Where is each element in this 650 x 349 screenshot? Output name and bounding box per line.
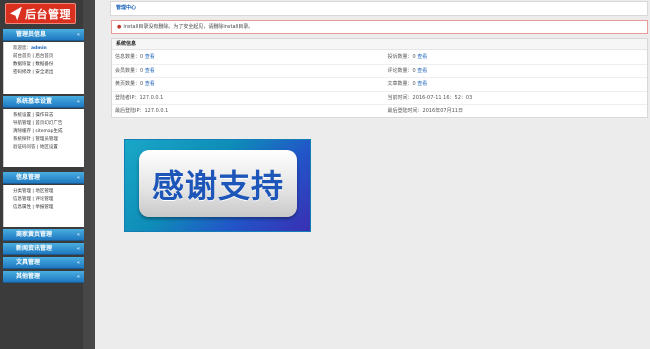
- thanks-button[interactable]: 感谢支持: [139, 150, 297, 217]
- warning-text: install目录没有删除。为了安全起见，请删除install目录。: [123, 24, 254, 30]
- info-label: 会员数量：: [115, 67, 141, 74]
- info-label: 黄页数量：: [115, 81, 141, 87]
- info-cell: 会员数量：0 查看: [112, 65, 380, 78]
- install-warning: ● install目录没有删除。为了安全起见，请删除install目录。: [111, 20, 648, 34]
- menu-section-admin[interactable]: 管理员信息 «: [3, 29, 84, 41]
- view-link[interactable]: 查看: [145, 54, 155, 60]
- menu-section-title: 其他管理: [16, 273, 41, 280]
- logo[interactable]: 后台管理: [5, 3, 76, 24]
- info-label: 评论数量：: [387, 67, 413, 74]
- logo-text: 后台管理: [25, 7, 71, 21]
- menu-item[interactable]: 系统设置 | 操作日志: [13, 112, 84, 120]
- info-value: 0: [412, 67, 416, 74]
- view-link[interactable]: 查看: [145, 81, 155, 87]
- info-row: 信息数量：0 查看 投诉数量：0 查看: [112, 51, 647, 65]
- collapse-icon[interactable]: «: [77, 257, 80, 269]
- collapse-icon[interactable]: «: [77, 271, 80, 283]
- info-label: 文章数量：: [387, 81, 413, 87]
- view-link[interactable]: 查看: [417, 54, 427, 60]
- view-link[interactable]: 查看: [145, 68, 155, 74]
- menu-section-docs[interactable]: 文具管理 «: [3, 257, 84, 269]
- welcome-label: 欢迎您：: [13, 46, 31, 51]
- breadcrumb[interactable]: 管理中心: [110, 1, 648, 16]
- menu-item[interactable]: 密码修改 | 安全退出: [13, 69, 84, 77]
- menu-item[interactable]: 分类管理 | 地区管理: [13, 188, 84, 196]
- info-value: 0: [412, 81, 416, 87]
- menu-section-title: 管理员信息: [16, 31, 47, 38]
- menu-section-title: 商家黄页管理: [16, 231, 53, 238]
- menu-section-other[interactable]: 其他管理 «: [3, 271, 84, 283]
- info-label: 投诉数量：: [387, 54, 413, 60]
- info-cell: 信息数量：0 查看: [112, 51, 380, 64]
- info-value: 0: [412, 54, 416, 60]
- sidebar: 后台管理 管理员信息 « 欢迎您：admin 前台首页 | 后台首页 数据恢复 …: [2, 0, 84, 349]
- menu-item[interactable]: 信息属性 | 举报管理: [13, 204, 84, 212]
- menu-item[interactable]: 数据恢复 | 数据备份: [13, 61, 84, 69]
- info-row: 最后登陆IP：127.0.0.1 最后登陆时间：2016年07月11日: [112, 105, 647, 119]
- welcome-line: 欢迎您：admin: [13, 45, 84, 53]
- menu-item[interactable]: 前台首页 | 后台首页: [13, 53, 84, 61]
- info-cell: 评论数量：0 查看: [380, 65, 648, 78]
- bullet-icon: ●: [117, 24, 122, 30]
- collapse-icon[interactable]: «: [77, 229, 80, 241]
- menu-item[interactable]: 信息管理 | 评论管理: [13, 196, 84, 204]
- info-cell: 登陆者IP：127.0.0.1: [112, 92, 380, 105]
- info-label: 当前时间：: [387, 94, 413, 101]
- system-info-panel: 系统信息 信息数量：0 查看 投诉数量：0 查看 会员数量：0 查看 评论数量：0 查…: [111, 38, 648, 119]
- info-row: 会员数量：0 查看 评论数量：0 查看: [112, 65, 648, 78]
- menu-section-title: 信息管理: [16, 174, 41, 181]
- view-link[interactable]: 查看: [417, 68, 427, 74]
- info-value: 127.0.0.1: [139, 94, 164, 101]
- collapse-icon[interactable]: «: [77, 96, 80, 108]
- info-cell: 当前时间：2016-07-11 16：52：03: [380, 92, 648, 105]
- frame-divider: [83, 0, 95, 349]
- info-cell: 文章数量：0 查看: [380, 78, 648, 91]
- menu-section-title: 新闻资讯管理: [16, 245, 53, 252]
- info-row: 登陆者IP：127.0.0.1 当前时间：2016-07-11 16：52：03: [112, 92, 648, 105]
- menu-section-title: 系统基本设置: [16, 98, 53, 105]
- info-label: 登陆者IP：: [115, 94, 140, 101]
- info-value: 127.0.0.1: [144, 108, 169, 114]
- info-label: 信息数量：: [115, 54, 141, 60]
- info-cell: 投诉数量：0 查看: [380, 51, 648, 64]
- info-value: 2016-07-11 16：52：03: [412, 94, 473, 101]
- info-cell: 最后登陆IP：127.0.0.1: [112, 105, 380, 118]
- menu-item[interactable]: 系统探针 | 管理员管理: [13, 136, 84, 144]
- thanks-banner: 感谢支持: [124, 139, 311, 232]
- collapse-icon[interactable]: «: [77, 243, 80, 255]
- info-label: 最后登陆时间：: [387, 108, 423, 114]
- collapse-icon[interactable]: «: [77, 172, 80, 184]
- menu-section-info[interactable]: 信息管理 «: [3, 172, 84, 184]
- system-info-title: 系统信息: [112, 39, 647, 50]
- menu-section-title: 文具管理: [16, 259, 41, 266]
- view-link[interactable]: 查看: [417, 81, 427, 87]
- menu-section-system[interactable]: 系统基本设置 «: [3, 96, 84, 108]
- menu-panel-system: 系统设置 | 操作日志 导航管理 | 首页幻灯广告 清除缓存 | sitemap…: [3, 109, 84, 167]
- info-value: 2016年07月11日: [422, 108, 463, 114]
- info-row: 黄页数量：0 查看 文章数量：0 查看: [112, 78, 647, 92]
- menu-item[interactable]: 导航管理 | 首页幻灯广告: [13, 120, 84, 128]
- menu-item[interactable]: 清除缓存 | sitemap生成: [13, 128, 84, 136]
- menu-panel-info: 分类管理 | 地区管理 信息管理 | 评论管理 信息属性 | 举报管理: [3, 185, 84, 227]
- info-label: 最后登陆IP：: [115, 108, 145, 114]
- welcome-user: admin: [31, 46, 47, 51]
- menu-section-news[interactable]: 新闻资讯管理 «: [3, 243, 84, 255]
- menu-section-yellowpages[interactable]: 商家黄页管理 «: [3, 229, 84, 241]
- info-value: 0: [140, 54, 144, 60]
- info-value: 0: [140, 81, 144, 87]
- menu-panel-admin: 欢迎您：admin 前台首页 | 后台首页 数据恢复 | 数据备份 密码修改 |…: [3, 42, 84, 94]
- info-value: 0: [140, 67, 144, 74]
- menu-item[interactable]: 验证码问答 | 地区设置: [13, 144, 84, 152]
- info-cell: 黄页数量：0 查看: [112, 78, 380, 91]
- logo-icon: [10, 6, 22, 21]
- thanks-text: 感谢支持: [151, 166, 284, 205]
- info-cell: 最后登陆时间：2016年07月11日: [380, 105, 648, 118]
- collapse-icon[interactable]: «: [77, 29, 80, 41]
- system-info-grid: 信息数量：0 查看 投诉数量：0 查看 会员数量：0 查看 评论数量：0 查看 黄页数量…: [112, 51, 647, 119]
